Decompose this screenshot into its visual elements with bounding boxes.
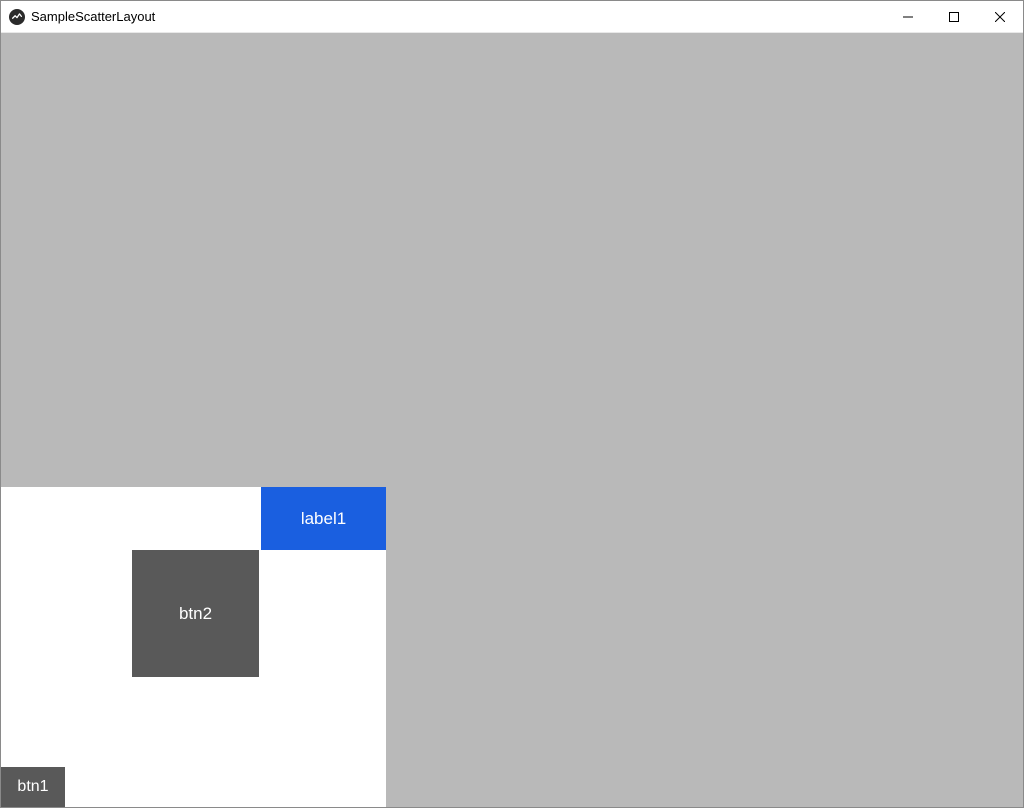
maximize-button[interactable] xyxy=(931,1,977,32)
client-area: label1 btn2 btn1 xyxy=(1,33,1023,807)
window-title: SampleScatterLayout xyxy=(31,9,155,24)
close-button[interactable] xyxy=(977,1,1023,32)
window-controls xyxy=(885,1,1023,32)
minimize-button[interactable] xyxy=(885,1,931,32)
btn2-button[interactable]: btn2 xyxy=(132,550,259,677)
app-icon xyxy=(9,9,25,25)
btn1-button[interactable]: btn1 xyxy=(1,767,65,807)
scatter-canvas: label1 btn2 btn1 xyxy=(1,487,386,807)
window-frame: SampleScatterLayout label1 btn2 btn1 xyxy=(0,0,1024,808)
titlebar: SampleScatterLayout xyxy=(1,1,1023,33)
label1: label1 xyxy=(261,487,386,550)
titlebar-left: SampleScatterLayout xyxy=(1,9,155,25)
